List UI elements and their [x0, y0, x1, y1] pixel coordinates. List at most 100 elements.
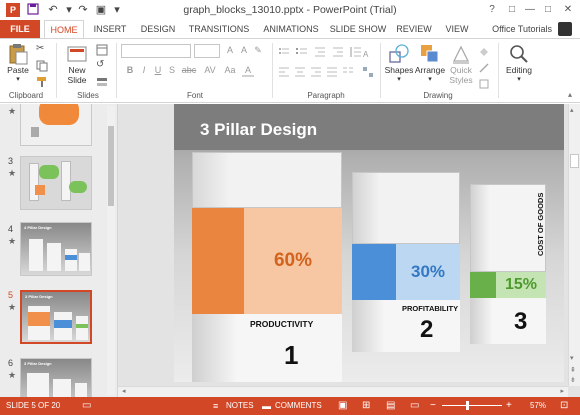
- scroll-up-icon[interactable]: ▴: [570, 106, 574, 114]
- fit-slide-icon[interactable]: ⊡: [560, 397, 568, 415]
- pillar-3-number: 3: [514, 308, 528, 335]
- notes-button[interactable]: NOTES: [226, 397, 254, 415]
- align-right-icon[interactable]: [310, 65, 322, 77]
- numbering-icon[interactable]: [296, 45, 308, 57]
- tab-review[interactable]: REVIEW: [392, 20, 436, 38]
- bullets-icon[interactable]: [278, 45, 290, 57]
- line-spacing-icon[interactable]: [350, 45, 362, 57]
- thumb-pillar: [27, 373, 49, 397]
- comments-button[interactable]: COMMENTS: [275, 397, 322, 415]
- justify-icon[interactable]: [326, 65, 338, 77]
- change-case-button[interactable]: Aa: [222, 65, 238, 75]
- zoom-out-icon[interactable]: −: [430, 397, 436, 415]
- next-slide-icon[interactable]: ⇟: [570, 376, 576, 384]
- svg-text:A: A: [363, 50, 369, 59]
- close-button[interactable]: ✕: [560, 2, 576, 18]
- format-painter-icon[interactable]: [36, 75, 48, 87]
- pillar-1-side-colored: [192, 208, 244, 314]
- tab-view[interactable]: VIEW: [440, 20, 474, 38]
- character-spacing-button[interactable]: AV: [202, 65, 218, 75]
- quick-styles-button[interactable]: Quick Styles: [446, 43, 476, 85]
- slide-thumbnail-5[interactable]: 3 Pillar Design: [20, 290, 92, 344]
- reading-view-icon[interactable]: ▤: [386, 397, 395, 415]
- scroll-right-icon[interactable]: ▸: [560, 387, 564, 395]
- ribbon-divider: [498, 43, 499, 98]
- increase-indent-icon[interactable]: [332, 45, 344, 57]
- shape-fill-icon[interactable]: [478, 45, 490, 57]
- minimize-button[interactable]: —: [522, 2, 538, 18]
- slide-thumbnail-6[interactable]: 3 Pillar Design: [20, 358, 92, 397]
- current-slide[interactable]: 3 Pillar Design 60% PRODUCTIVITY 1 30% P…: [174, 104, 564, 382]
- clear-formatting-icon[interactable]: ✎: [252, 45, 264, 56]
- italic-button[interactable]: I: [138, 65, 150, 75]
- underline-button[interactable]: U: [152, 65, 164, 75]
- avatar[interactable]: [558, 22, 572, 36]
- ribbon-display-options-button[interactable]: □: [504, 2, 520, 18]
- thumb-pillar: [29, 163, 39, 201]
- new-slide-label-2: Slide: [67, 75, 87, 85]
- font-family-dropdown[interactable]: [121, 44, 191, 58]
- tab-home[interactable]: HOME: [44, 20, 84, 38]
- shapes-button[interactable]: Shapes ▾: [384, 43, 414, 83]
- thumbnails-scrollbar[interactable]: [107, 106, 115, 395]
- cut-icon[interactable]: ✂: [36, 43, 48, 55]
- editor-scrollbar-thumb[interactable]: [570, 154, 579, 168]
- slide-show-icon[interactable]: ▭: [410, 397, 419, 415]
- editor-horizontal-scrollbar[interactable]: ◂ ▸: [118, 386, 568, 397]
- section-icon[interactable]: [96, 75, 108, 87]
- strikethrough-button[interactable]: abc: [180, 65, 198, 75]
- help-button[interactable]: ?: [484, 2, 500, 18]
- tab-insert[interactable]: INSERT: [88, 20, 132, 38]
- zoom-slider[interactable]: [442, 405, 502, 406]
- arrange-button[interactable]: Arrange ▾: [414, 43, 446, 83]
- tab-animations[interactable]: ANIMATIONS: [258, 20, 324, 38]
- slide-sorter-icon[interactable]: ⊞: [362, 397, 370, 415]
- editing-button[interactable]: Editing ▾: [502, 43, 536, 83]
- increase-font-icon[interactable]: A: [224, 45, 236, 55]
- pillar-3-cap: [470, 184, 546, 272]
- editor-vertical-scrollbar[interactable]: ▴ ▾ ⇞ ⇟: [568, 104, 580, 386]
- zoom-slider-thumb[interactable]: [466, 401, 469, 410]
- account-name[interactable]: Office Tutorials: [492, 20, 552, 38]
- copy-icon[interactable]: [36, 59, 48, 72]
- normal-view-icon[interactable]: ▣: [338, 397, 347, 415]
- align-center-icon[interactable]: [294, 65, 306, 77]
- font-color-button[interactable]: A: [242, 65, 254, 77]
- font-group-label: Font: [186, 91, 203, 100]
- paste-button[interactable]: Paste ▾: [4, 43, 32, 83]
- scroll-down-icon[interactable]: ▾: [570, 354, 574, 362]
- paste-dropdown-icon[interactable]: ▾: [4, 75, 32, 83]
- tab-transitions[interactable]: TRANSITIONS: [184, 20, 254, 38]
- layout-icon[interactable]: [96, 43, 108, 56]
- collapse-ribbon-icon[interactable]: ▴: [568, 90, 572, 99]
- shadow-button[interactable]: S: [166, 65, 178, 75]
- reset-icon[interactable]: ↺: [96, 59, 108, 71]
- smartart-icon[interactable]: [362, 65, 374, 77]
- text-direction-icon[interactable]: A: [362, 47, 374, 59]
- spelling-icon[interactable]: ▭: [82, 397, 91, 415]
- slide-thumbnail-3[interactable]: [20, 156, 92, 210]
- shape-outline-icon[interactable]: [478, 61, 490, 73]
- previous-slide-icon[interactable]: ⇞: [570, 366, 576, 374]
- scroll-left-icon[interactable]: ◂: [122, 387, 126, 395]
- tab-file[interactable]: FILE: [0, 20, 40, 38]
- tab-slide-show[interactable]: SLIDE SHOW: [328, 20, 388, 38]
- tab-design[interactable]: DESIGN: [136, 20, 180, 38]
- zoom-in-icon[interactable]: +: [506, 397, 512, 415]
- thumbnails-scrollbar-thumb[interactable]: [108, 126, 114, 206]
- font-size-dropdown[interactable]: [194, 44, 220, 58]
- new-slide-button[interactable]: New Slide: [62, 43, 92, 85]
- slide-title[interactable]: 3 Pillar Design: [200, 120, 317, 140]
- bold-button[interactable]: B: [124, 65, 136, 75]
- slide-thumbnail-2[interactable]: [20, 104, 92, 146]
- align-left-icon[interactable]: [278, 65, 290, 77]
- columns-icon[interactable]: [342, 65, 354, 77]
- slide-thumbnail-4[interactable]: 4 Pillar Design: [20, 222, 92, 276]
- shape-effects-icon[interactable]: [478, 77, 490, 89]
- find-icon: [508, 43, 530, 65]
- maximize-button[interactable]: □: [540, 2, 556, 18]
- decrease-indent-icon[interactable]: [314, 45, 326, 57]
- decrease-font-icon[interactable]: A: [238, 45, 250, 55]
- pillar-2-number: 2: [420, 316, 434, 343]
- zoom-level[interactable]: 57%: [530, 397, 546, 415]
